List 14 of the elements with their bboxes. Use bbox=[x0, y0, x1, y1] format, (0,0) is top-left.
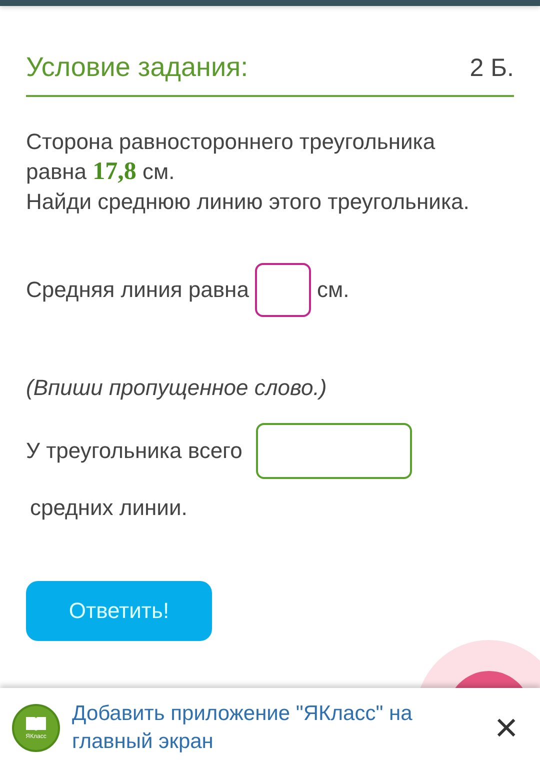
points: 2 Б. bbox=[470, 54, 514, 83]
close-button[interactable]: × bbox=[484, 706, 528, 750]
task-title: Условие задания: bbox=[26, 52, 248, 83]
question-text: У треугольника всего bbox=[26, 438, 242, 464]
hint-text: (Впиши пропущенное слово.) bbox=[26, 375, 328, 401]
answer-box[interactable] bbox=[254, 263, 311, 317]
book-icon bbox=[25, 716, 47, 732]
question-text: Средняя линия равна bbox=[26, 277, 249, 303]
banner-text: Добавить приложение "ЯКласс" на главный экран bbox=[72, 701, 414, 755]
question-text: средних линии. bbox=[30, 495, 188, 521]
answer-box[interactable] bbox=[256, 423, 412, 479]
statement-text: Сторона равностороннего треугольника равна 17,8 см. bbox=[26, 128, 436, 187]
unit-text: см. bbox=[316, 277, 350, 303]
instruction-text: Найди среднюю линию этого треугольника. bbox=[26, 188, 470, 216]
